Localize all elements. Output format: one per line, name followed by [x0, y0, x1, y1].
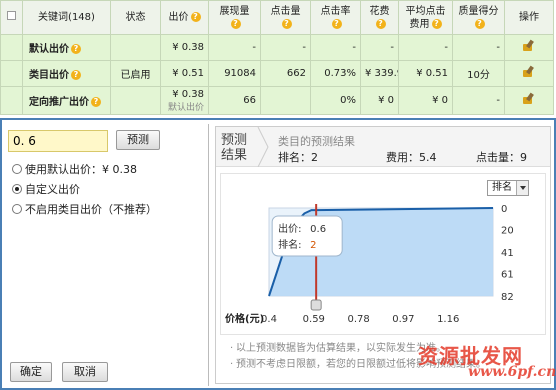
bid-slider-handle[interactable]: [310, 299, 322, 311]
y-tick-label: 20: [501, 225, 514, 236]
cost-cell: ¥ 0: [360, 86, 399, 115]
cost-cell: ¥ 339.9: [360, 60, 399, 87]
impressions-cell: 66: [208, 86, 261, 115]
table-row: 默认出价? ¥ 0.38 - - - - - -: [0, 34, 554, 61]
watermark-url: www.6pf.cn: [468, 364, 556, 380]
help-icon[interactable]: ?: [431, 18, 442, 29]
bid-cell: ¥ 0.51: [160, 60, 209, 87]
table-row: 定向推广出价? ¥ 0.38 默认出价 66 0% ¥ 0 ¥ 0 -: [0, 86, 554, 115]
ctr-cell: -: [310, 34, 361, 61]
edit-bid-icon[interactable]: [504, 60, 554, 87]
metric-dropdown[interactable]: 排名: [487, 180, 529, 196]
prediction-chart: 排名 0 20 41 61 82 0.4 0.59 0.78 0.97 1.16 价格(元) 出…: [220, 173, 546, 335]
help-icon[interactable]: ?: [91, 97, 101, 107]
header-keyword[interactable]: 关键词(148): [22, 0, 111, 35]
cancel-button[interactable]: 取消: [62, 362, 108, 382]
clicks-cell: -: [260, 34, 311, 61]
header-avg-cpc[interactable]: 平均点击 费用?: [398, 0, 453, 35]
result-title: 类目的预测结果: [278, 135, 355, 148]
radio-default-bid[interactable]: [12, 164, 22, 174]
quality-cell: -: [452, 34, 505, 61]
result-cost: 费用：5.4: [386, 151, 437, 164]
clicks-cell: [260, 86, 311, 115]
table-header-row: 关键词(148) 状态 出价? 展现量? 点击量? 点击率? 花费? 平均点击费…: [0, 0, 554, 35]
edit-bid-icon[interactable]: [504, 34, 554, 61]
chevron-down-icon[interactable]: [516, 181, 528, 195]
tooltip-rank-label: 排名:: [278, 238, 301, 251]
header-status: 状态: [110, 0, 161, 35]
cost-cell: -: [360, 34, 399, 61]
predict-button[interactable]: 预测: [116, 130, 160, 150]
quality-cell: -: [452, 86, 505, 115]
cpc-cell: -: [398, 34, 453, 61]
help-icon[interactable]: ?: [375, 18, 386, 29]
rank-curve-chart: 020416182 0.4 0.59 0.78 0.97 1.16 价格(元) 出价: 0…: [225, 204, 514, 325]
row-checkbox-cell: [0, 86, 23, 115]
tooltip-rank-value: 2: [310, 240, 316, 251]
header-ctr[interactable]: 点击率?: [310, 0, 361, 35]
result-clicks: 点击量：9: [476, 151, 527, 164]
keyword-cell: 类目出价?: [22, 60, 111, 87]
option-custom-bid[interactable]: 自定义出价: [12, 183, 80, 197]
select-all-checkbox[interactable]: [0, 0, 23, 35]
y-tick-label: 82: [501, 292, 514, 303]
y-tick-label: 0: [501, 204, 507, 215]
keyword-cell: 默认出价?: [22, 34, 111, 61]
help-icon[interactable]: ?: [230, 18, 241, 29]
status-cell: [110, 34, 161, 61]
bid-options: 预测 使用默认出价：¥ 0.38 自定义出价 不启用类目出价（不推荐） 确定 取…: [8, 130, 203, 382]
bid-cell: ¥ 0.38 默认出价: [160, 86, 209, 115]
header-cost[interactable]: 花费?: [360, 0, 399, 35]
help-icon[interactable]: ?: [474, 18, 485, 29]
tooltip-bid-value: 0.6: [310, 224, 326, 235]
impressions-cell: -: [208, 34, 261, 61]
panel-divider: [208, 124, 209, 386]
y-tick-label: 61: [501, 269, 514, 280]
tooltip-bid-label: 出价:: [278, 222, 301, 235]
cpc-cell: ¥ 0: [398, 86, 453, 115]
chevron-right-icon: [257, 127, 269, 167]
option-default-bid[interactable]: 使用默认出价：¥ 0.38: [12, 163, 137, 177]
header-actions: 操作: [504, 0, 554, 35]
ctr-cell: 0%: [310, 86, 361, 115]
keyword-cell: 定向推广出价?: [22, 86, 111, 115]
help-icon[interactable]: ?: [331, 18, 342, 29]
header-clicks[interactable]: 点击量?: [260, 0, 311, 35]
x-axis-label: 价格(元): [225, 312, 264, 325]
y-tick-label: 41: [501, 248, 514, 259]
help-icon[interactable]: ?: [71, 44, 81, 54]
status-cell: 已启用: [110, 60, 161, 87]
edit-bid-icon[interactable]: [504, 86, 554, 115]
bid-note: 默认出价: [167, 102, 204, 113]
header-quality[interactable]: 质量得分?: [452, 0, 505, 35]
help-icon[interactable]: ?: [71, 70, 81, 80]
x-tick-label: 1.16: [437, 314, 459, 325]
status-cell: [110, 86, 161, 115]
quality-cell: 10分: [452, 60, 505, 87]
option-disable-category-bid[interactable]: 不启用类目出价（不推荐）: [12, 203, 157, 217]
bid-cell: ¥ 0.38: [160, 34, 209, 61]
header-impressions[interactable]: 展现量?: [208, 0, 261, 35]
impressions-cell: 91084: [208, 60, 261, 87]
x-tick-label: 0.59: [303, 314, 325, 325]
x-tick-label: 0.97: [392, 314, 414, 325]
row-checkbox-cell: [0, 60, 23, 87]
ctr-cell: 0.73%: [310, 60, 361, 87]
result-rank: 排名：2: [278, 151, 318, 164]
cpc-cell: ¥ 0.51: [398, 60, 453, 87]
help-icon[interactable]: ?: [281, 18, 292, 29]
table-row: 类目出价? 已启用 ¥ 0.51 91084 662 0.73% ¥ 339.9…: [0, 60, 554, 87]
result-tag: 预测 结果: [221, 133, 248, 163]
keyword-bid-table: 关键词(148) 状态 出价? 展现量? 点击量? 点击率? 花费? 平均点击费…: [0, 0, 554, 115]
result-header: 预测 结果 类目的预测结果 排名：2 费用：5.4 点击量：9: [216, 127, 550, 167]
x-tick-label: 0.78: [347, 314, 369, 325]
header-bid[interactable]: 出价?: [160, 0, 209, 35]
radio-disable-category-bid[interactable]: [12, 204, 22, 214]
bid-input[interactable]: [8, 130, 108, 152]
row-checkbox-cell: [0, 34, 23, 61]
radio-custom-bid[interactable]: [12, 184, 22, 194]
confirm-button[interactable]: 确定: [10, 362, 52, 382]
help-icon[interactable]: ?: [190, 12, 201, 22]
clicks-cell: 662: [260, 60, 311, 87]
